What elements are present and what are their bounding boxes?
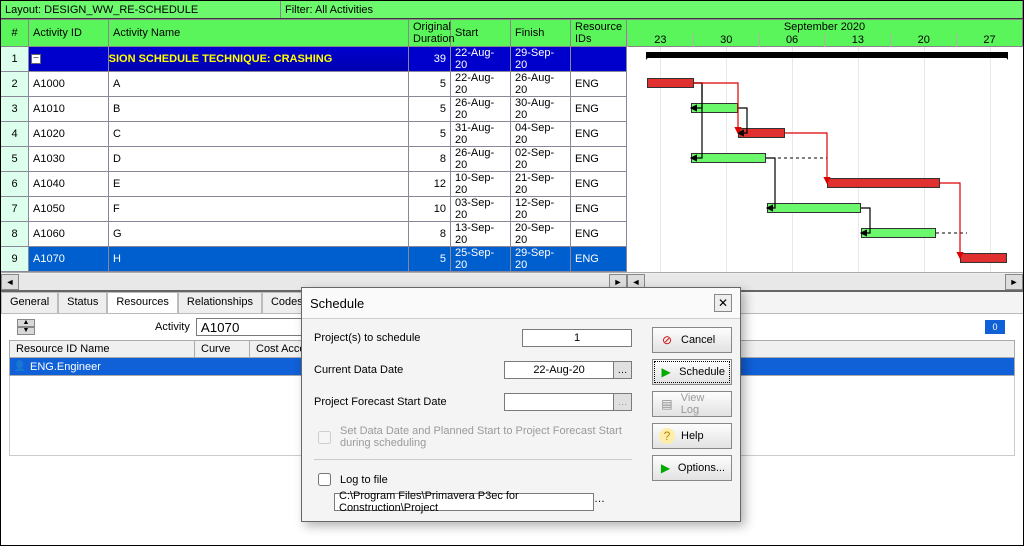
tick: 27	[956, 34, 1022, 48]
activity-label: Activity	[155, 321, 190, 333]
forecast-start-label: Project Forecast Start Date	[314, 396, 447, 408]
help-icon: ?	[659, 428, 675, 444]
set-data-date-label: Set Data Date and Planned Start to Proje…	[340, 425, 632, 449]
col-start[interactable]: Start	[451, 19, 511, 47]
date-picker-button-disabled: …	[614, 393, 632, 411]
person-icon: 👤	[13, 360, 27, 374]
ellipsis-icon: …	[594, 493, 605, 505]
col-resource-id-name[interactable]: Resource ID Name	[10, 341, 195, 357]
col-seq[interactable]: #	[1, 19, 29, 47]
layout-label: Layout: DESIGN_WW_RE-SCHEDULE	[1, 1, 281, 18]
scroll-right-icon[interactable]: ►	[1005, 274, 1023, 290]
col-activity-name[interactable]: Activity Name	[109, 19, 409, 47]
cancel-icon: ⊘	[659, 332, 675, 348]
projects-to-schedule-label: Project(s) to schedule	[314, 332, 420, 344]
gantt-bar-critical[interactable]	[827, 178, 940, 188]
activity-spinner[interactable]: ▲ ▼	[17, 319, 35, 335]
gantt-bar[interactable]	[691, 153, 766, 163]
log-to-file-label: Log to file	[340, 474, 388, 486]
table-row[interactable]: 2 A1000 A 5 22-Aug-20 26-Aug-20 ENG	[1, 72, 627, 97]
set-data-date-checkbox	[318, 431, 331, 444]
table-row[interactable]: 4 A1020 C 5 31-Aug-20 04-Sep-20 ENG	[1, 122, 627, 147]
forecast-start-field	[504, 393, 614, 411]
tab-resources[interactable]: Resources	[107, 292, 178, 313]
gantt-bar[interactable]	[767, 203, 861, 213]
gantt-chart[interactable]	[627, 47, 1023, 272]
tick: 06	[759, 34, 825, 48]
collapse-icon[interactable]: −	[31, 54, 41, 64]
filter-label: Filter: All Activities	[281, 1, 1023, 18]
play-icon: ▶	[659, 364, 673, 380]
tab-status[interactable]: Status	[58, 292, 107, 313]
projects-count-field: 1	[522, 329, 632, 347]
table-row-selected[interactable]: 9 A1070 H 5 25-Sep-20 29-Sep-20 ENG	[1, 247, 627, 272]
gantt-timescale: September 2020 23 30 06 13 20 27	[627, 19, 1023, 47]
options-button[interactable]: ▶ Options...	[652, 455, 732, 481]
close-button[interactable]: ✕	[714, 294, 732, 312]
col-original-duration[interactable]: Original Duration	[409, 19, 451, 47]
schedule-button[interactable]: ▶ Schedule	[652, 359, 732, 385]
cancel-button[interactable]: ⊘ Cancel	[652, 327, 732, 353]
gantt-bar-critical[interactable]	[960, 253, 1007, 263]
tick: 13	[824, 34, 890, 48]
gantt-bar[interactable]	[861, 228, 936, 238]
log-path-field[interactable]: C:\Program Files\Primavera P3ec for Cons…	[334, 493, 594, 511]
spinner-down-icon[interactable]: ▼	[17, 327, 35, 335]
wbs-summary-row[interactable]: 1 − COMPRESSION SCHEDULE TECHNIQUE: CRAS…	[1, 47, 627, 72]
table-row[interactable]: 3 A1010 B 5 26-Aug-20 30-Aug-20 ENG	[1, 97, 627, 122]
layout-bar: Layout: DESIGN_WW_RE-SCHEDULE Filter: Al…	[1, 1, 1023, 19]
schedule-dialog: Schedule ✕ Project(s) to schedule 1 Curr…	[301, 287, 741, 522]
current-data-date-field[interactable]: 22-Aug-20	[504, 361, 614, 379]
spinner-up-icon[interactable]: ▲	[17, 319, 35, 327]
col-finish[interactable]: Finish	[511, 19, 571, 47]
tab-general[interactable]: General	[1, 292, 58, 313]
col-curve[interactable]: Curve	[195, 341, 250, 357]
tick: 23	[627, 34, 693, 48]
browse-button[interactable]: …	[594, 493, 605, 511]
timescale-days: 23 30 06 13 20 27	[627, 34, 1022, 48]
gantt-bar-critical[interactable]	[738, 128, 785, 138]
view-log-button: ▤ View Log	[652, 391, 732, 417]
table-row[interactable]: 6 A1040 E 12 10-Sep-20 21-Sep-20 ENG	[1, 172, 627, 197]
tab-relationships[interactable]: Relationships	[178, 292, 262, 313]
date-picker-button[interactable]: …	[614, 361, 632, 379]
document-icon: ▤	[659, 396, 675, 412]
summary-bar	[647, 52, 1007, 58]
col-resource-ids[interactable]: Resource IDs	[571, 19, 627, 47]
dialog-title: Schedule	[310, 296, 364, 311]
close-icon: ✕	[718, 296, 728, 310]
resource-name: ENG.Engineer	[30, 361, 101, 373]
log-to-file-checkbox[interactable]	[318, 473, 331, 486]
current-data-date-label: Current Data Date	[314, 364, 403, 376]
ellipsis-icon: …	[618, 397, 628, 408]
column-header-row: # Activity ID Activity Name Original Dur…	[1, 19, 1023, 47]
activity-id-field[interactable]	[196, 318, 316, 336]
table-row[interactable]: 8 A1060 G 8 13-Sep-20 20-Sep-20 ENG	[1, 222, 627, 247]
gantt-bar-critical[interactable]	[647, 78, 694, 88]
timescale-month: September 2020	[627, 20, 1022, 34]
activity-table[interactable]: 1 − COMPRESSION SCHEDULE TECHNIQUE: CRAS…	[1, 47, 627, 272]
count-badge: 0	[985, 320, 1005, 334]
table-row[interactable]: 7 A1050 F 10 03-Sep-20 12-Sep-20 ENG	[1, 197, 627, 222]
table-row[interactable]: 5 A1030 D 8 26-Aug-20 02-Sep-20 ENG	[1, 147, 627, 172]
play-icon: ▶	[659, 460, 672, 476]
col-activity-id[interactable]: Activity ID	[29, 19, 109, 47]
tick: 20	[890, 34, 956, 48]
scroll-left-icon[interactable]: ◄	[1, 274, 19, 290]
ellipsis-icon: …	[618, 365, 628, 376]
tick: 30	[693, 34, 759, 48]
gantt-bar[interactable]	[691, 103, 738, 113]
help-button[interactable]: ? Help	[652, 423, 732, 449]
